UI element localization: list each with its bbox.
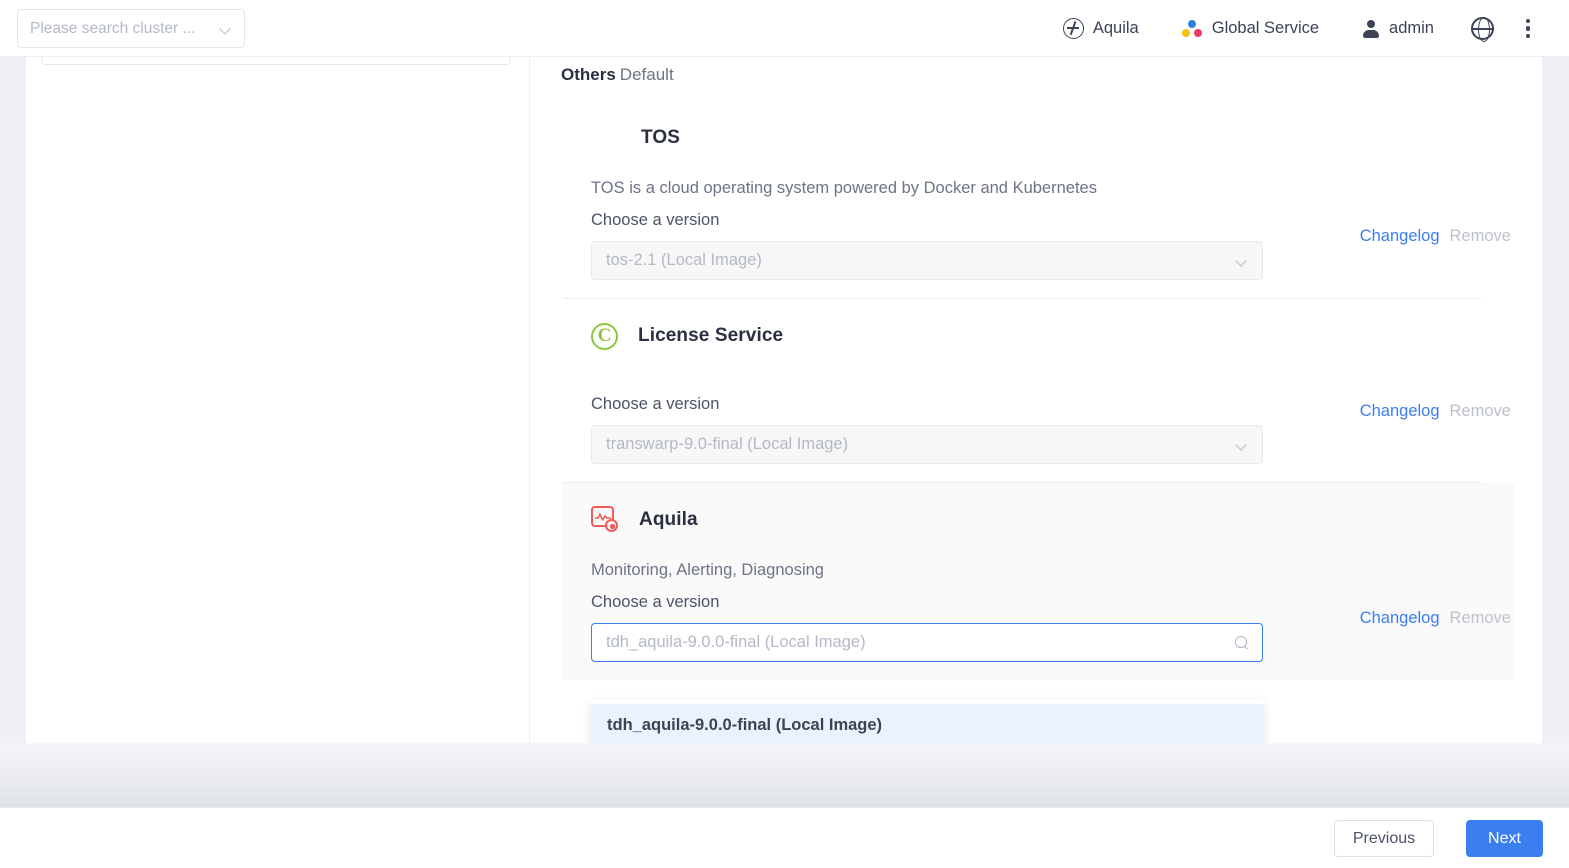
changelog-link-tos[interactable]: Changelog [1360,227,1440,245]
service-header-license-service: License Service [591,321,1515,351]
globe-icon [1471,17,1494,40]
nav-item-aquila-label: Aquila [1093,19,1139,38]
group-heading: OthersDefault [561,65,674,85]
chevron-down-icon [221,25,232,32]
footer-bar: Previous Next [0,807,1569,867]
version-select-value-license-service: transwarp-9.0-final (Local Image) [606,435,1237,454]
global-service-icon [1181,18,1203,39]
kebab-menu-icon [1526,18,1531,39]
service-header-tos: TOS [591,123,1515,153]
version-search-input-aquila[interactable]: tdh_aquila-9.0.0-final (Local Image) [591,623,1263,662]
version-search-placeholder-aquila: tdh_aquila-9.0.0-final (Local Image) [606,633,1235,652]
group-title: Others [561,65,616,84]
next-button[interactable]: Next [1466,820,1543,857]
service-actions-aquila: Changelog Remove [1360,609,1511,628]
remove-link-tos: Remove [1450,227,1511,245]
nav-item-global-service-label: Global Service [1212,19,1319,38]
service-actions-tos: Changelog Remove [1360,227,1511,246]
dropdown-option[interactable]: tdh_aquila-9.0.0-final (Local Image) [591,704,1263,743]
page-fade-strip [0,743,1569,807]
service-header-aquila: Aquila [591,505,1515,535]
cluster-search-placeholder: Please search cluster ... [30,20,221,38]
version-select-tos[interactable]: tos-2.1 (Local Image) [591,241,1263,280]
nav-item-admin[interactable]: admin [1340,0,1455,57]
service-card-license-service: License Service ChangelogRemove Choose a… [563,299,1515,483]
chevron-down-icon [1237,441,1248,448]
nav-item-more-menu[interactable] [1510,0,1547,57]
changelog-link-aquila[interactable]: Changelog [1360,609,1440,627]
service-description-tos: TOS is a cloud operating system powered … [591,179,1515,198]
group-subtitle: Default [620,65,674,84]
service-name-tos: TOS [641,127,680,149]
chevron-down-icon [1237,257,1248,264]
top-header-bar: Please search cluster ... Aquila Global … [0,0,1569,57]
version-select-license-service[interactable]: transwarp-9.0-final (Local Image) [591,425,1263,464]
page-panels: OthersDefault TOS TOS is a cloud operati… [26,57,1543,743]
service-card-aquila: Aquila Monitoring, Alerting, Diagnosing … [563,483,1515,680]
nav-item-global-service[interactable]: Global Service [1160,0,1340,57]
aquila-nav-icon [1063,18,1084,39]
service-description-aquila: Monitoring, Alerting, Diagnosing [591,561,1515,580]
left-panel-input-clipped[interactable] [41,57,511,65]
remove-link-aquila: Remove [1450,609,1511,627]
left-panel [26,57,530,743]
footer-actions: Previous Next [1323,808,1543,868]
service-name-aquila: Aquila [639,509,698,531]
changelog-link-license-service[interactable]: Changelog [1360,402,1440,420]
nav-item-aquila[interactable]: Aquila [1042,0,1160,57]
license-copyright-icon [591,323,618,350]
version-dropdown-menu: tdh_aquila-9.0.0-final (Local Image) [591,700,1263,743]
service-name-license-service: License Service [638,325,783,347]
user-icon [1361,19,1380,39]
service-selection-panel: OthersDefault TOS TOS is a cloud operati… [530,57,1542,743]
previous-button[interactable]: Previous [1334,820,1434,857]
version-select-value-tos: tos-2.1 (Local Image) [606,251,1237,270]
cluster-search-select[interactable]: Please search cluster ... [17,9,245,48]
aquila-monitor-icon [591,506,619,534]
service-list: TOS TOS is a cloud operating system powe… [563,101,1515,680]
remove-link-license-service: Remove [1450,402,1511,420]
service-card-tos: TOS TOS is a cloud operating system powe… [563,101,1515,299]
header-nav-group: Aquila Global Service admin [1042,0,1547,57]
nav-item-language[interactable] [1455,0,1510,57]
service-actions-license-service: Changelog Remove [1360,402,1511,421]
search-icon [1235,636,1248,649]
nav-item-admin-label: admin [1389,19,1434,38]
